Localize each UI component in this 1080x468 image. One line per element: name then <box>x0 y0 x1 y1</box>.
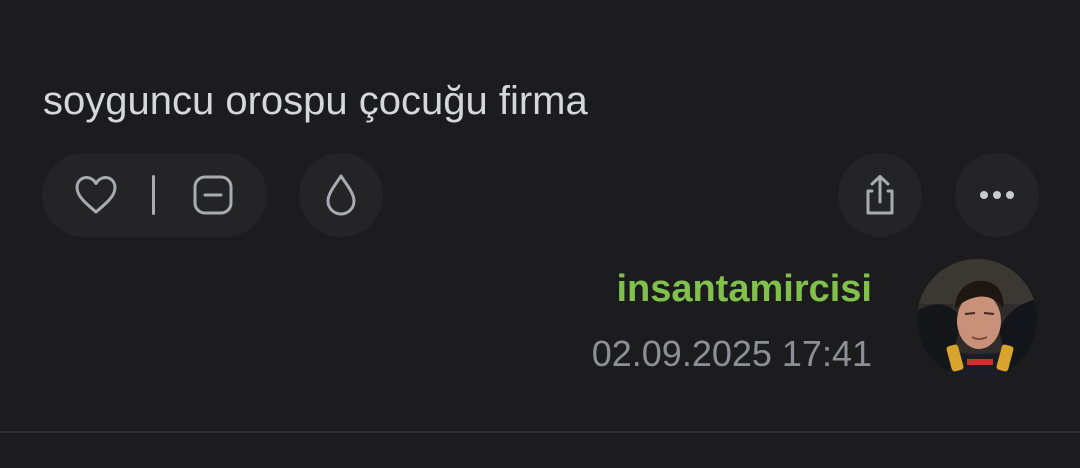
avatar[interactable] <box>917 259 1037 379</box>
vote-pill <box>42 153 267 237</box>
entry-date[interactable]: 02.09.2025 17:41 <box>592 330 872 378</box>
minus-square-icon <box>193 175 233 215</box>
separator <box>0 431 1080 433</box>
share-icon <box>866 175 894 215</box>
share-button[interactable] <box>838 153 922 237</box>
drop-button[interactable] <box>299 153 383 237</box>
entry-card: soyguncu orospu çocuğu firma insantamirc… <box>0 0 1080 468</box>
more-button[interactable] <box>955 153 1039 237</box>
avatar-image <box>917 259 1037 379</box>
entry-text: soyguncu orospu çocuğu firma <box>43 79 588 123</box>
more-icon <box>980 191 1014 199</box>
like-button[interactable] <box>70 175 122 215</box>
vote-divider <box>152 175 155 215</box>
heart-icon <box>75 176 117 214</box>
dislike-button[interactable] <box>190 173 236 217</box>
drop-icon <box>326 174 356 216</box>
author-name[interactable]: insantamircisi <box>616 264 872 314</box>
